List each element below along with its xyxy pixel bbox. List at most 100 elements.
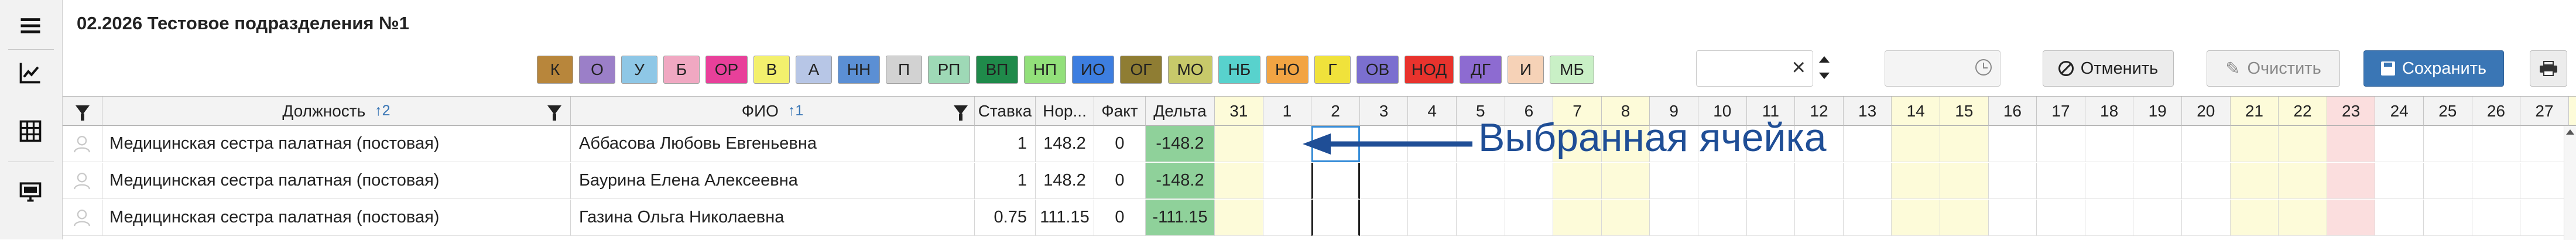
cell-fact[interactable]: 0 — [1094, 200, 1146, 236]
cell-delta[interactable]: -148.2 — [1146, 163, 1215, 199]
day-cell[interactable] — [1795, 200, 1844, 236]
filter-icon[interactable] — [547, 105, 561, 121]
day-cell[interactable] — [1988, 163, 2037, 199]
cell-fact[interactable]: 0 — [1094, 126, 1146, 162]
day-cell[interactable] — [1988, 126, 2037, 162]
day-cell[interactable] — [2424, 200, 2472, 236]
day-header-4[interactable]: 4 — [1408, 97, 1457, 126]
day-cell[interactable] — [2375, 163, 2424, 199]
cell-fio[interactable]: Аббасова Любовь Евгеньевна — [571, 126, 975, 162]
code-button-21[interactable]: ДГ — [1460, 56, 1502, 84]
code-button-4[interactable]: Б — [663, 56, 700, 84]
monitor-icon[interactable] — [13, 176, 48, 208]
day-header-25[interactable]: 25 — [2424, 97, 2472, 126]
day-header-27[interactable]: 27 — [2520, 97, 2569, 126]
day-cell[interactable] — [1601, 163, 1650, 199]
day-cell[interactable] — [1359, 163, 1409, 199]
cell-rate[interactable]: 1 — [975, 163, 1036, 199]
day-cell[interactable] — [2327, 163, 2376, 199]
day-cell[interactable] — [2182, 163, 2231, 199]
search-input[interactable]: × — [1696, 50, 1813, 87]
cell-delta[interactable]: -148.2 — [1146, 126, 1215, 162]
table-grid-icon[interactable] — [13, 115, 48, 148]
day-cell[interactable] — [1505, 200, 1554, 236]
vertical-scrollbar[interactable] — [2564, 126, 2576, 240]
day-header-28[interactable]: 28 — [2568, 97, 2576, 126]
day-cell[interactable] — [1311, 163, 1360, 199]
date-field[interactable] — [1885, 50, 2000, 87]
filter-header-cell[interactable] — [63, 97, 102, 126]
cell-position[interactable]: Медицинская сестра палатная (постовая) — [102, 163, 571, 199]
day-cell[interactable] — [1553, 163, 1602, 199]
day-header-18[interactable]: 18 — [2085, 97, 2134, 126]
day-cell[interactable] — [2133, 163, 2182, 199]
day-cell[interactable] — [2472, 126, 2521, 162]
day-cell[interactable] — [1940, 163, 1989, 199]
day-cell[interactable] — [1650, 163, 1698, 199]
hamburger-menu-icon[interactable] — [13, 9, 48, 42]
day-cell[interactable] — [1940, 200, 1989, 236]
day-cell[interactable] — [1263, 200, 1312, 236]
code-button-18[interactable]: Г — [1314, 56, 1351, 84]
day-cell[interactable] — [1263, 163, 1312, 199]
column-header-rate[interactable]: Ставка — [975, 97, 1036, 126]
day-cell[interactable] — [2375, 126, 2424, 162]
day-cell[interactable] — [1795, 163, 1844, 199]
column-header-norm[interactable]: Нор... — [1036, 97, 1094, 126]
day-cell[interactable] — [1215, 126, 1263, 162]
day-header-20[interactable]: 20 — [2182, 97, 2231, 126]
cell-norm[interactable]: 148.2 — [1036, 163, 1094, 199]
day-header-21[interactable]: 21 — [2230, 97, 2279, 126]
day-cell[interactable] — [2085, 200, 2134, 236]
day-cell[interactable] — [2230, 126, 2279, 162]
code-button-14[interactable]: ОГ — [1120, 56, 1162, 84]
day-header-26[interactable]: 26 — [2472, 97, 2521, 126]
day-cell[interactable] — [2472, 163, 2521, 199]
cell-norm[interactable]: 111.15 — [1036, 200, 1094, 236]
day-cell[interactable] — [2327, 200, 2376, 236]
day-cell[interactable] — [1311, 200, 1360, 236]
cell-rate[interactable]: 0.75 — [975, 200, 1036, 236]
code-button-12[interactable]: НП — [1024, 56, 1066, 84]
column-header-fio[interactable]: ФИО ↑1 — [571, 97, 975, 126]
day-cell[interactable] — [2133, 200, 2182, 236]
day-header-19[interactable]: 19 — [2133, 97, 2182, 126]
day-cell[interactable] — [2520, 126, 2569, 162]
day-cell[interactable] — [2279, 126, 2327, 162]
day-cell[interactable] — [2279, 163, 2327, 199]
day-cell[interactable] — [2037, 126, 2085, 162]
day-header-3[interactable]: 3 — [1359, 97, 1409, 126]
day-cell[interactable] — [1601, 200, 1650, 236]
cell-position[interactable]: Медицинская сестра палатная (постовая) — [102, 200, 571, 236]
day-cell[interactable] — [2472, 200, 2521, 236]
day-cell[interactable] — [1843, 163, 1892, 199]
day-cell[interactable] — [2037, 163, 2085, 199]
code-button-11[interactable]: ВП — [976, 56, 1018, 84]
day-header-24[interactable]: 24 — [2375, 97, 2424, 126]
code-button-22[interactable]: И — [1508, 56, 1544, 84]
scroll-up-icon[interactable] — [2566, 129, 2574, 135]
day-header-17[interactable]: 17 — [2037, 97, 2085, 126]
stepper-up-icon[interactable] — [1819, 56, 1830, 63]
clear-button[interactable]: ✎ Очистить — [2207, 50, 2340, 87]
code-button-1[interactable]: К — [537, 56, 573, 84]
column-header-position[interactable]: Должность ↑2 — [102, 97, 571, 126]
day-cell[interactable] — [1457, 163, 1505, 199]
clock-icon[interactable] — [1975, 59, 1992, 76]
day-cell[interactable] — [1408, 200, 1457, 236]
code-button-17[interactable]: НО — [1266, 56, 1308, 84]
day-header-22[interactable]: 22 — [2279, 97, 2327, 126]
code-button-8[interactable]: НН — [838, 56, 880, 84]
code-button-9[interactable]: П — [886, 56, 922, 84]
column-header-fact[interactable]: Факт — [1094, 97, 1146, 126]
line-chart-icon[interactable] — [13, 56, 48, 89]
print-button[interactable] — [2530, 50, 2567, 87]
stepper-down-icon[interactable] — [1819, 73, 1830, 79]
day-cell[interactable] — [1843, 126, 1892, 162]
day-cell[interactable] — [2424, 163, 2472, 199]
code-button-23[interactable]: МБ — [1550, 56, 1594, 84]
day-cell[interactable] — [1215, 163, 1263, 199]
day-cell[interactable] — [2230, 163, 2279, 199]
day-cell[interactable] — [1892, 200, 1940, 236]
day-cell[interactable] — [2230, 200, 2279, 236]
